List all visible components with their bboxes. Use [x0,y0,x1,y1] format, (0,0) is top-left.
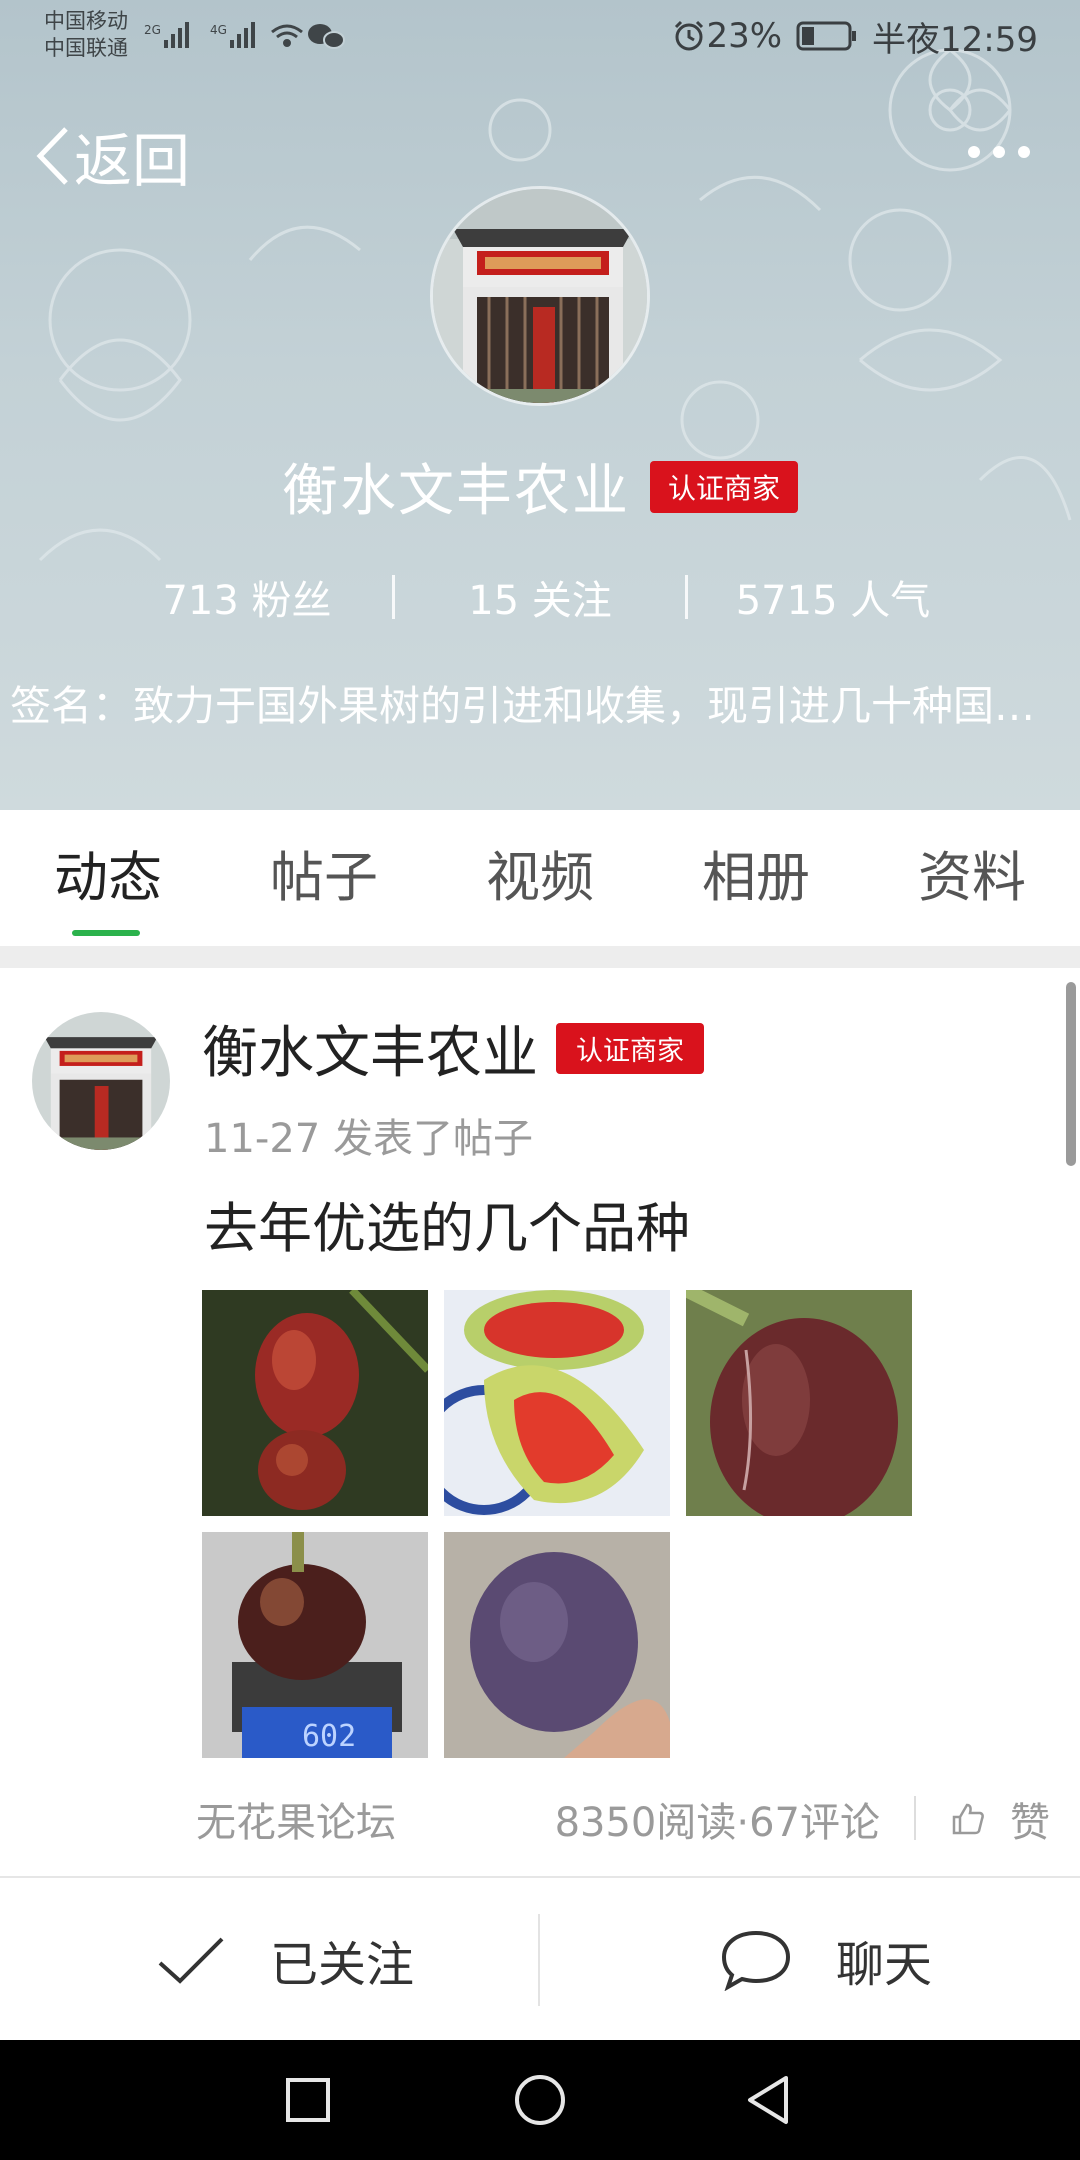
clock: 半夜12:59 [872,19,1038,60]
status-right: 23% 半夜12:59 [672,14,1038,60]
profile-stats: 713 粉丝 15 关注 5715 人气 [0,568,1080,626]
tab-activity[interactable]: 动态 [0,810,216,946]
nav-circle-icon[interactable] [510,2070,570,2130]
post-image-1[interactable] [202,1290,428,1516]
like-label: 赞 [1010,1800,1050,1846]
tab-albums[interactable]: 相册 [648,810,864,946]
alarm-icon [675,20,704,51]
carrier-names: 中国移动 中国联通 [44,8,128,62]
post-meta: 11-27 发表了帖子 [204,1116,533,1162]
tab-videos[interactable]: 视频 [432,810,648,946]
chat-button[interactable]: 聊天 [720,1878,932,2042]
profile-signature: 签名：致力于国外果树的引进和收集，现引进几十种国外果树品种 [10,682,1074,730]
status-bar: 中国移动 中国联通 2G 4G 23% 半夜12:59 [0,0,1080,74]
like-button[interactable]: 赞 [950,1790,1050,1848]
thumb-up-icon [952,1803,984,1835]
signal-icons: 2G 4G [144,22,345,49]
section-divider [0,946,1080,968]
check-icon [158,1937,224,1984]
follow-button[interactable]: 已关注 [156,1878,414,2042]
profile-name: 衡水文丰农业 [281,459,630,524]
post-image-2[interactable] [444,1290,670,1516]
profile-tabs: 动态 帖子 视频 相册 资料 [0,810,1080,946]
battery-percent: 23% [706,16,783,56]
feed-post[interactable]: 衡水文丰农业 认证商家 11-27 发表了帖子 去年优选的几个品种 602 无花… [0,968,1080,1876]
scale-reading: 602 [302,1719,356,1754]
back-chevron-icon [36,127,68,185]
svg-text:2G: 2G [144,23,161,37]
svg-text:4G: 4G [210,23,227,37]
scrollbar[interactable] [1066,982,1076,1166]
back-button[interactable]: 返回 [34,114,190,198]
forum-link[interactable]: 无花果论坛 [196,1790,396,1848]
post-image-4[interactable]: 602 [202,1532,428,1758]
nav-triangle-icon[interactable] [740,2070,800,2130]
chat-bubble-icon [721,1930,791,1991]
post-image-5[interactable] [444,1532,670,1758]
more-icon[interactable] [964,140,1034,164]
post-author-avatar[interactable] [32,1012,170,1150]
gate-image [32,1012,170,1150]
fans-count[interactable]: 713 粉丝 [102,568,392,626]
post-title[interactable]: 去年优选的几个品种 [204,1184,690,1263]
popularity-count: 5715 人气 [735,578,931,624]
battery-icon [796,21,857,51]
post-author-name[interactable]: 衡水文丰农业 [202,1008,538,1089]
post-image-3[interactable] [686,1290,912,1516]
wechat-icon [308,24,345,49]
post-author-row: 衡水文丰农业 认证商家 [202,1008,704,1089]
verified-merchant-badge: 认证商家 [556,1023,704,1074]
chat-label: 聊天 [836,1937,933,1993]
profile-avatar[interactable] [430,186,650,406]
action-divider [538,1914,540,2006]
system-nav-bar [0,2040,1080,2160]
wifi-icon [271,24,303,47]
post-footer: 无花果论坛 8350阅读·67评论 赞 [0,1782,1080,1852]
profile-name-row: 衡水文丰农业 认证商家 [0,446,1080,527]
nav-square-icon[interactable] [278,2070,338,2130]
bottom-action-bar: 已关注 聊天 [0,1876,1080,2040]
follow-label: 已关注 [270,1937,415,1993]
profile-header: 中国移动 中国联通 2G 4G 23% 半夜12:59 返回 衡水文丰农业 认证… [0,0,1080,810]
verified-merchant-badge: 认证商家 [649,460,798,513]
gate-image [433,189,647,403]
tab-posts[interactable]: 帖子 [216,810,432,946]
read-comment-counts: 8350阅读·67评论 [554,1800,880,1846]
tab-profile-info[interactable]: 资料 [864,810,1080,946]
carrier-1: 中国移动 [44,9,128,33]
carrier-2: 中国联通 [44,36,128,60]
following-count[interactable]: 15 关注 [395,568,685,626]
like-divider [914,1796,916,1840]
back-label: 返回 [74,127,191,195]
